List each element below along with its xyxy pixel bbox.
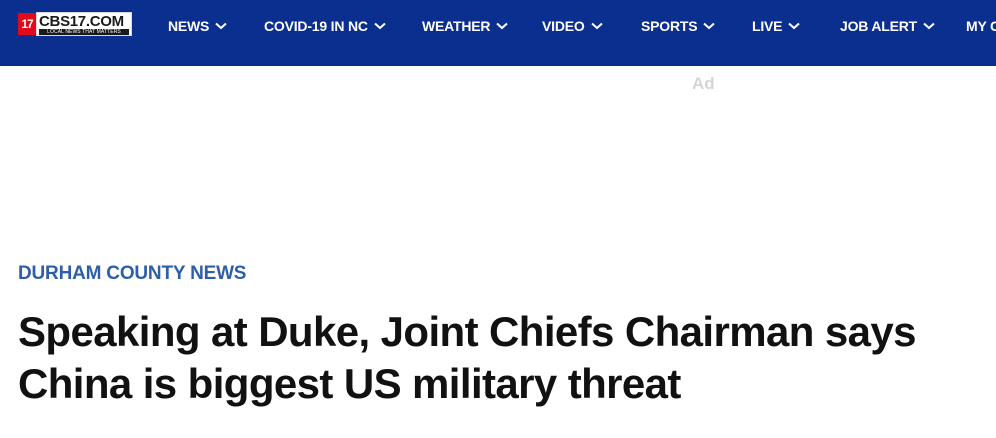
logo-mark: 17: [18, 13, 36, 35]
nav-item-label: JOB ALERT: [840, 18, 918, 34]
chevron-down-icon: [496, 22, 509, 30]
nav-item-label: MY C: [966, 18, 996, 34]
nav-item-sports[interactable]: SPORTS: [641, 16, 716, 36]
nav-item-label: COVID-19 IN NC: [264, 18, 368, 34]
nav-item-label: SPORTS: [641, 18, 698, 34]
logo-tagline: LOCAL NEWS THAT MATTERS: [39, 29, 129, 35]
nav-item-covid[interactable]: COVID-19 IN NC: [264, 16, 386, 36]
nav-item-my[interactable]: MY C: [966, 16, 996, 36]
ad-label: Ad: [692, 74, 715, 93]
nav-item-video[interactable]: VIDEO: [542, 16, 603, 36]
chevron-down-icon: [215, 22, 227, 30]
chevron-down-icon: [788, 22, 800, 30]
logo-box: CBS17.COM LOCAL NEWS THAT MATTERS: [36, 12, 132, 36]
nav-item-live[interactable]: LIVE: [752, 16, 800, 36]
logo-text: CBS17.COM: [39, 13, 124, 30]
chevron-down-icon: [374, 22, 386, 30]
nav-item-weather[interactable]: WEATHER: [422, 16, 509, 36]
nav-item-label: WEATHER: [422, 18, 491, 34]
site-header: 17 CBS17.COM LOCAL NEWS THAT MATTERS NEW…: [0, 0, 996, 66]
nav-item-news[interactable]: NEWS: [168, 16, 227, 36]
page: 17 CBS17.COM LOCAL NEWS THAT MATTERS NEW…: [0, 0, 996, 438]
nav-item-label: VIDEO: [542, 18, 585, 34]
chevron-down-icon: [923, 22, 935, 30]
article-headline: Speaking at Duke, Joint Chiefs Chairman …: [18, 308, 916, 407]
nav-item-label: LIVE: [752, 18, 783, 34]
ad-slot[interactable]: [0, 66, 996, 246]
nav-item-job-alert[interactable]: JOB ALERT: [840, 16, 935, 36]
category-link[interactable]: DURHAM COUNTY NEWS: [18, 262, 246, 286]
site-logo[interactable]: 17 CBS17.COM LOCAL NEWS THAT MATTERS: [18, 12, 132, 38]
chevron-down-icon: [590, 22, 603, 30]
chevron-down-icon: [703, 22, 716, 30]
nav-item-label: NEWS: [168, 18, 210, 34]
